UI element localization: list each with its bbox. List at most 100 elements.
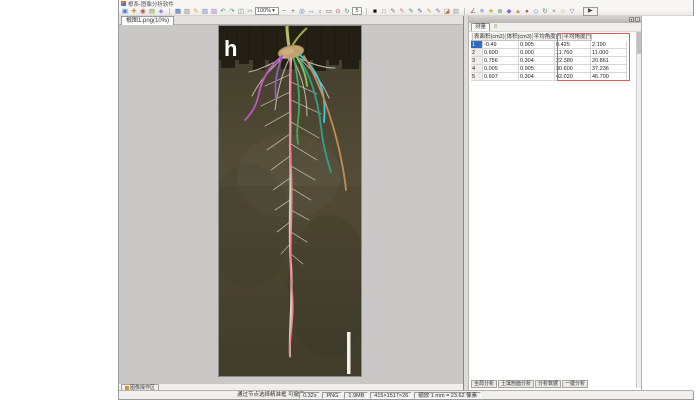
toolbar-icon[interactable]: ⊕ bbox=[496, 7, 504, 16]
toolbar-icon[interactable]: ▲ bbox=[514, 7, 522, 16]
toolbar-icon[interactable]: ✎ bbox=[434, 7, 442, 16]
toolbar-icon[interactable]: ◇ bbox=[532, 7, 540, 16]
toolbar-icon[interactable]: ✚ bbox=[130, 7, 138, 16]
toolbar-icon[interactable]: ▤ bbox=[148, 7, 156, 16]
table-column-header[interactable]: 平均角度(°) bbox=[563, 33, 593, 41]
toolbar-separator bbox=[169, 8, 170, 15]
image-canvas[interactable]: h bbox=[119, 25, 463, 384]
toolbar-icon[interactable]: ● bbox=[523, 7, 531, 16]
table-row[interactable]: 4 0.005 0.905 30.600 37.236 bbox=[471, 65, 627, 73]
pin-icon[interactable]: ▾ bbox=[629, 17, 634, 22]
toolbar-icon[interactable]: ↶ bbox=[219, 7, 227, 16]
toolbar-icon[interactable]: ↻ bbox=[343, 7, 351, 16]
angle2-cell[interactable]: 11.000 bbox=[591, 49, 627, 57]
volume-cell[interactable]: 0.000 bbox=[519, 49, 555, 57]
volume-cell[interactable]: 0.905 bbox=[519, 41, 555, 49]
table-row[interactable]: 5 0.607 0.304 42.020 46.700 bbox=[471, 73, 627, 81]
toolbar-icon[interactable]: ◉ bbox=[139, 7, 147, 16]
tab-measure[interactable]: 测量 bbox=[471, 23, 490, 31]
row-number-cell[interactable]: 4 bbox=[471, 65, 483, 73]
toolbar-icon[interactable]: ✎ bbox=[425, 7, 433, 16]
toolbar-icon[interactable]: ☆ bbox=[559, 7, 567, 16]
row-number-cell[interactable]: 3 bbox=[471, 57, 483, 65]
angle1-cell[interactable]: 0.425 bbox=[555, 41, 591, 49]
toolbar-icon[interactable]: ◪ bbox=[443, 7, 451, 16]
status-field: 0.32s bbox=[299, 392, 320, 399]
panel-footer-button[interactable]: 一键分析 bbox=[562, 380, 588, 388]
toolbar-icon[interactable]: ↔ bbox=[307, 7, 315, 16]
table-row[interactable]: 2 0.600 0.000 11.760 11.000 bbox=[471, 49, 627, 57]
table-options-icon[interactable]: ≡ bbox=[492, 23, 499, 31]
toolbar-icon[interactable]: ⊙ bbox=[334, 7, 342, 16]
canvas-area: 根图1.png(10%) bbox=[119, 16, 463, 384]
toolbar-icon[interactable]: ↷ bbox=[228, 7, 236, 16]
angle1-cell[interactable]: 11.760 bbox=[555, 49, 591, 57]
toolbar-icon[interactable]: × bbox=[550, 7, 558, 16]
table-row[interactable]: 1 -0.49 0.905 0.425 2.190 bbox=[471, 41, 627, 49]
toolbar-icon[interactable]: ▨ bbox=[210, 7, 218, 16]
surface-area-cell[interactable]: 0.005 bbox=[483, 65, 519, 73]
toolbar-icon[interactable]: ◫ bbox=[237, 7, 245, 16]
row-number-cell[interactable]: 5 bbox=[471, 73, 483, 81]
angle1-cell[interactable]: 22.380 bbox=[555, 57, 591, 65]
empty-dock-area bbox=[641, 16, 695, 391]
table-column-header[interactable]: 体积(cm3) bbox=[506, 33, 533, 41]
toolbar-icon[interactable]: ■ bbox=[371, 7, 379, 16]
surface-area-cell[interactable]: 0.756 bbox=[483, 57, 519, 65]
toolbar-icon[interactable]: □ bbox=[380, 7, 388, 16]
table-row[interactable]: 3 0.756 0.304 22.380 20.861 bbox=[471, 57, 627, 65]
brush-size-spinner[interactable]: 5 bbox=[352, 7, 362, 15]
toolbar-icon[interactable]: ▧ bbox=[201, 7, 209, 16]
surface-area-cell[interactable]: 0.600 bbox=[483, 49, 519, 57]
toolbar-icon[interactable]: ▦ bbox=[174, 7, 182, 16]
angle1-cell[interactable]: 30.600 bbox=[555, 65, 591, 73]
volume-cell[interactable]: 0.905 bbox=[519, 65, 555, 73]
table-column-header[interactable]: 表面积(cm2) bbox=[473, 33, 506, 41]
volume-cell[interactable]: 0.304 bbox=[519, 57, 555, 65]
angle1-cell[interactable]: 42.020 bbox=[555, 73, 591, 81]
zoom-select[interactable]: 100% ▾ bbox=[255, 7, 279, 15]
toolbar-icon[interactable]: ✎ bbox=[192, 7, 200, 16]
row-number-cell[interactable]: 2 bbox=[471, 49, 483, 57]
toolbar-icon[interactable]: ▭ bbox=[325, 7, 333, 16]
angle2-cell[interactable]: 20.861 bbox=[591, 57, 627, 65]
panel-footer-button[interactable]: 土壤剖面分析 bbox=[498, 380, 534, 388]
row-number-cell[interactable]: 1 bbox=[471, 41, 483, 49]
surface-area-cell[interactable]: -0.49 bbox=[483, 41, 519, 49]
angle2-cell[interactable]: 46.700 bbox=[591, 73, 627, 81]
panel-footer-button[interactable]: 分析数据 bbox=[535, 380, 561, 388]
angle2-cell[interactable]: 37.236 bbox=[591, 65, 627, 73]
table-column-header[interactable]: 平均角度(°) bbox=[533, 33, 563, 41]
status-field: 缩放 1 mm = 23.62 像素 bbox=[414, 392, 481, 399]
toolbar-icon[interactable]: ▣ bbox=[121, 7, 129, 16]
volume-cell[interactable]: 0.304 bbox=[519, 73, 555, 81]
toolbar-icon[interactable]: ✂ bbox=[246, 7, 254, 16]
root-image[interactable]: h bbox=[219, 26, 361, 376]
panel-footer-button[interactable]: 全局分析 bbox=[471, 380, 497, 388]
toolbar-icon[interactable]: ✎ bbox=[416, 7, 424, 16]
toolbar-icon[interactable]: ▨ bbox=[452, 7, 460, 16]
toolbar-icon[interactable]: ↻ bbox=[541, 7, 549, 16]
toolbar-icon[interactable]: + bbox=[289, 7, 297, 16]
status-field: PNG bbox=[322, 392, 342, 399]
close-icon[interactable]: × bbox=[635, 17, 640, 22]
chevron-down-icon: ▾ bbox=[272, 8, 275, 14]
toolbar-icon[interactable]: ✎ bbox=[398, 7, 406, 16]
pointer-tool-button[interactable]: ▶ bbox=[583, 7, 598, 16]
toolbar-icon[interactable]: ◎ bbox=[298, 7, 306, 16]
toolbar-icon[interactable]: ★ bbox=[487, 7, 495, 16]
toolbar-separator bbox=[366, 8, 367, 15]
toolbar-icon[interactable]: ▽ bbox=[568, 7, 576, 16]
toolbar-icon[interactable]: ▥ bbox=[183, 7, 191, 16]
toolbar-icon[interactable]: ◆ bbox=[505, 7, 513, 16]
toolbar-icon[interactable]: ◈ bbox=[157, 7, 165, 16]
document-tab[interactable]: 根图1.png(10%) bbox=[121, 16, 174, 25]
toolbar-icon[interactable]: ↕ bbox=[316, 7, 324, 16]
angle2-cell[interactable]: 2.190 bbox=[591, 41, 627, 49]
toolbar-icon[interactable]: − bbox=[280, 7, 288, 16]
toolbar-icon[interactable]: ≡ bbox=[478, 7, 486, 16]
toolbar-icon[interactable]: ∠ bbox=[469, 7, 477, 16]
surface-area-cell[interactable]: 0.607 bbox=[483, 73, 519, 81]
toolbar-icon[interactable]: ✎ bbox=[407, 7, 415, 16]
toolbar-icon[interactable]: ✎ bbox=[389, 7, 397, 16]
